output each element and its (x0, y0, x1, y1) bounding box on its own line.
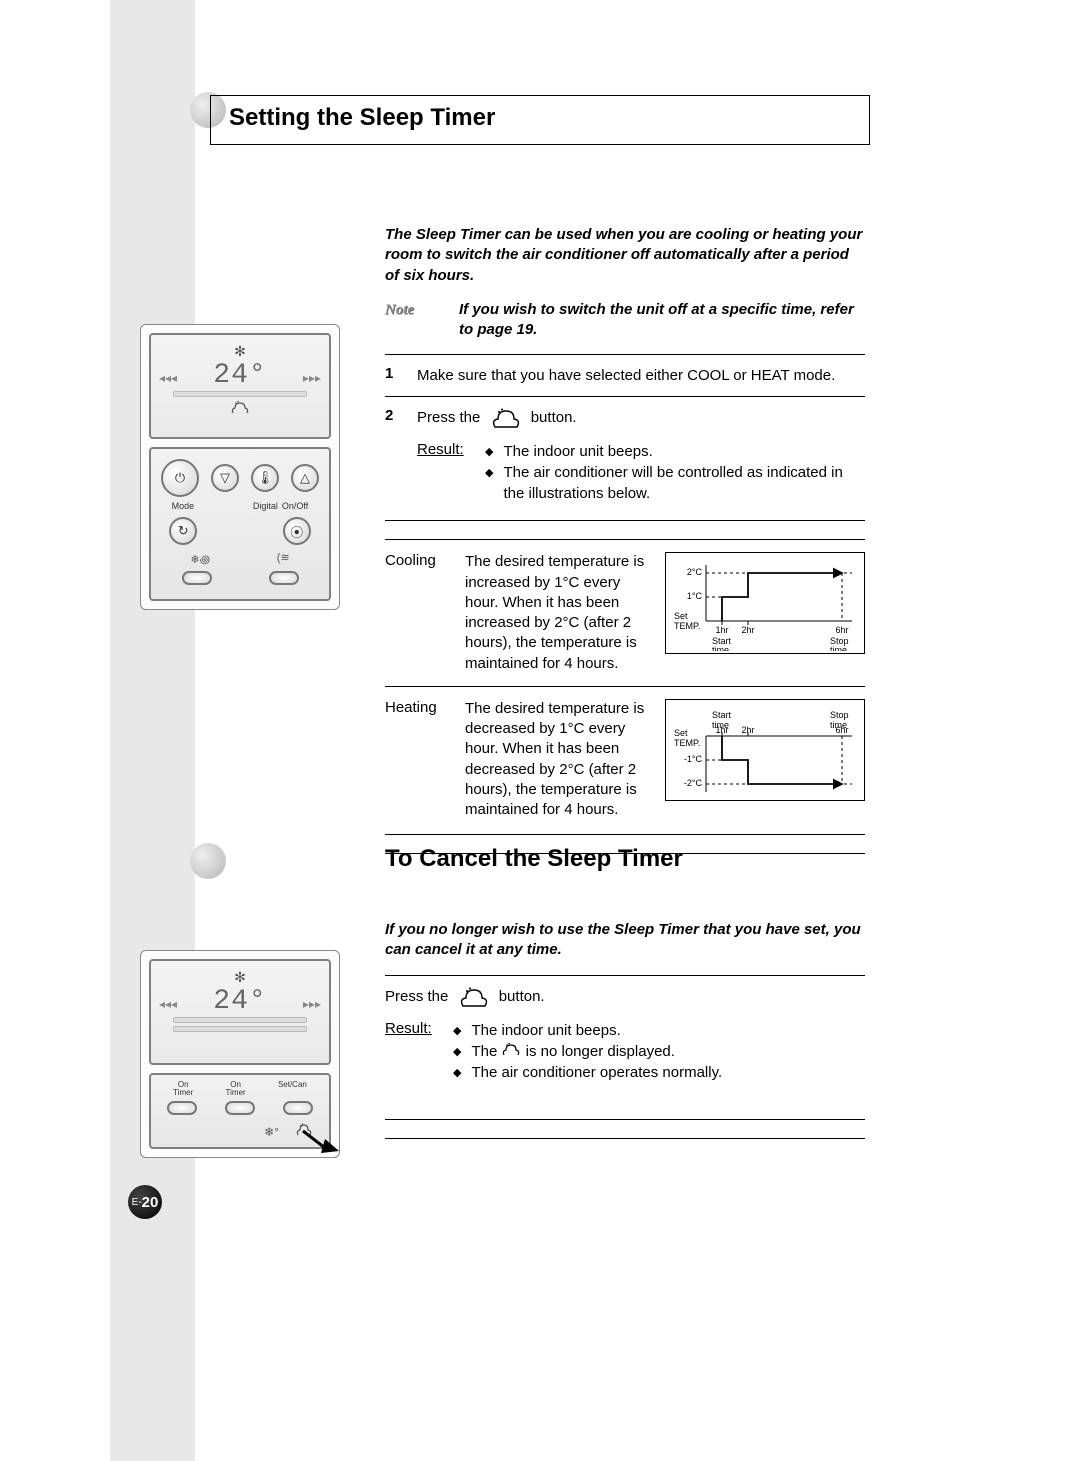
result-item: The air conditioner will be controlled a… (503, 462, 865, 504)
onoff-button-icon: ⦿ (283, 517, 311, 545)
step-text: Press the button. (385, 986, 865, 1008)
svg-text:-1°C: -1°C (684, 754, 703, 764)
page-number: E-20 (128, 1185, 162, 1219)
callout-arrow (301, 1129, 341, 1159)
mode-label: Mode (172, 501, 195, 511)
svg-text:Stop: Stop (830, 710, 849, 720)
result-label: Result: (417, 441, 467, 504)
remote-illustration-1: ✻ ◂◂◂▸▸▸ 24° ⏻ ▽ 🌡 △ Mode Digital On/Off … (140, 324, 340, 610)
note-text: If you wish to switch the unit off at a … (459, 300, 865, 341)
snowflake-icon: ✻ (157, 343, 323, 360)
remote-body: OnTimer OnTimer Set/Can ❄° (149, 1073, 331, 1149)
fan-icon: ❄꩜ (190, 551, 210, 567)
power-button-icon: ⏻ (161, 459, 199, 497)
cancel-content: If you no longer wish to use the Sleep T… (385, 920, 865, 1143)
temp-button-icon: 🌡 (251, 464, 279, 492)
note-label: Note (385, 300, 429, 341)
remote-screen: ✻ ◂◂◂▸▸▸ 24° (149, 959, 331, 1065)
svg-text:2hr: 2hr (741, 625, 754, 635)
cancel-result: Result: The indoor unit beeps. The is no… (385, 1014, 865, 1090)
mode-label: Cooling (385, 552, 445, 569)
step-1: 1 Make sure that you have selected eithe… (385, 359, 865, 392)
svg-text:Set: Set (674, 611, 688, 621)
step-2: 2 Press the button. (385, 401, 865, 435)
cooling-row: Cooling The desired temperature is incre… (385, 544, 865, 682)
result-item: The is no longer displayed. (471, 1041, 674, 1063)
pill-button (225, 1101, 255, 1115)
svg-text:-2°C: -2°C (684, 778, 703, 788)
cancel-intro: If you no longer wish to use the Sleep T… (385, 920, 865, 961)
result-item: The indoor unit beeps. (503, 441, 652, 462)
page-title: Setting the Sleep Timer (229, 104, 851, 132)
svg-text:time: time (830, 720, 847, 730)
result-label: Result: (385, 1020, 435, 1084)
remote-screen: ✻ ◂◂◂▸▸▸ 24° (149, 333, 331, 439)
sleep-symbol-icon (501, 1041, 521, 1062)
title-box: Setting the Sleep Timer (210, 95, 870, 145)
cancel-step: Press the button. (385, 980, 865, 1014)
step-text: Make sure that you have selected either … (417, 365, 865, 386)
svg-text:TEMP.: TEMP. (674, 738, 700, 748)
down-button-icon: ▽ (211, 464, 239, 492)
cooling-graph: 2°C 1°C Set TEMP. 1hr 2hr 6hr Start time… (665, 552, 865, 654)
on-timer-label: OnTimer (173, 1081, 193, 1097)
heating-graph: -1°C -2°C Set TEMP. 1hr 2hr 6hr Start ti… (665, 699, 865, 801)
set-cancel-label: Set/Can (278, 1081, 307, 1097)
mode-label: Heating (385, 699, 445, 716)
digital-label: Digital (253, 501, 278, 511)
sleep-button-icon (489, 407, 523, 429)
step-number: 2 (385, 407, 399, 424)
svg-text:TEMP.: TEMP. (674, 621, 700, 631)
snowflake-icon: ❄° (264, 1125, 279, 1139)
svg-text:2hr: 2hr (741, 725, 754, 735)
svg-text:time: time (712, 720, 729, 730)
result-item: The indoor unit beeps. (471, 1020, 620, 1041)
sleep-symbol-icon (157, 400, 323, 419)
svg-text:Set: Set (674, 728, 688, 738)
step-text: Press the button. (417, 407, 865, 429)
sleep-button-icon (457, 986, 491, 1008)
remote-body: ⏻ ▽ 🌡 △ Mode Digital On/Off ↻ ⦿ ❄꩜ (≋ (149, 447, 331, 601)
svg-text:1°C: 1°C (687, 591, 703, 601)
pill-button (283, 1101, 313, 1115)
main-content: The Sleep Timer can be used when you are… (385, 225, 865, 858)
pill-button (269, 571, 299, 585)
svg-text:time: time (830, 645, 847, 651)
up-button-icon: △ (291, 464, 319, 492)
svg-text:1hr: 1hr (715, 625, 728, 635)
section-title: To Cancel the Sleep Timer (385, 845, 683, 873)
pill-button (182, 571, 212, 585)
remote-illustration-2: ✻ ◂◂◂▸▸▸ 24° OnTimer OnTimer Set/Can ❄° (140, 950, 340, 1158)
vane-icon: (≋ (277, 551, 290, 567)
intro-text: The Sleep Timer can be used when you are… (385, 225, 865, 286)
heating-row: Heating The desired temperature is decre… (385, 691, 865, 829)
step-2-result: Result: The indoor unit beeps. The air c… (385, 435, 865, 510)
onoff-label: On/Off (282, 501, 308, 511)
heading-bullet (190, 843, 226, 879)
side-strip (110, 0, 195, 1461)
result-item: The air conditioner operates normally. (471, 1062, 722, 1083)
svg-text:6hr: 6hr (835, 625, 848, 635)
svg-text:time: time (712, 645, 729, 651)
mode-description: The desired temperature is increased by … (465, 552, 645, 674)
pill-button (167, 1101, 197, 1115)
on-timer-label: OnTimer (226, 1081, 246, 1097)
svg-text:2°C: 2°C (687, 567, 703, 577)
mode-description: The desired temperature is decreased by … (465, 699, 645, 821)
step-number: 1 (385, 365, 399, 382)
mode-cycle-icon: ↻ (169, 517, 197, 545)
svg-text:Start: Start (712, 710, 732, 720)
snowflake-icon: ✻ (157, 969, 323, 986)
